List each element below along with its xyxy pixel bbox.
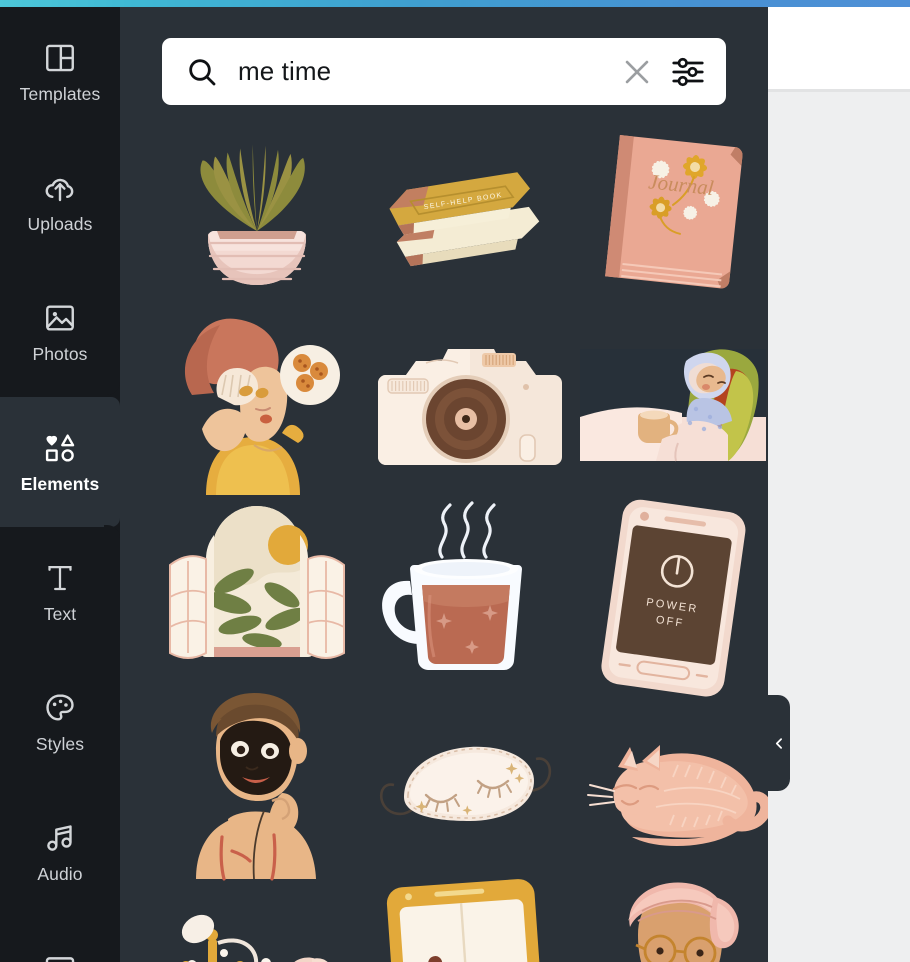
- sidebar-item-videos[interactable]: Videos: [0, 917, 120, 962]
- element-result-stacked-self-help-books[interactable]: SELF-HELP BOOK Stack of books: [370, 119, 560, 309]
- editor-toolbar[interactable]: [768, 7, 910, 91]
- sidebar-rail-scroll[interactable]: Templates Uploads Photos Elements Text Styles…: [0, 7, 120, 962]
- filter-sliders-icon[interactable]: [670, 54, 706, 90]
- element-results-row: Woman applying black clay face mask Crea…: [162, 689, 768, 881]
- search-input[interactable]: [218, 56, 620, 87]
- element-result-woman-with-eye-mask-and-cookies[interactable]: Woman relaxing with face treatment and s…: [162, 309, 352, 499]
- editor-window: Templates Uploads Photos Elements Text Styles…: [0, 0, 910, 962]
- music-note-icon: [43, 821, 77, 855]
- design-canvas-area[interactable]: [768, 92, 910, 962]
- collapse-panel-button[interactable]: [768, 695, 790, 791]
- elements-shapes-icon: [43, 431, 77, 465]
- sidebar-item-photos[interactable]: Photos: [0, 267, 120, 397]
- sidebar-item-styles[interactable]: Styles: [0, 657, 120, 787]
- templates-icon: [43, 41, 77, 75]
- element-results-row: Succulent in a ribbed pink pot SELF-HELP…: [162, 119, 768, 309]
- element-result-phone-power-off[interactable]: POWER OFF Smartphone showing power off s…: [578, 499, 768, 697]
- element-result-woman-resting-in-bed-with-tea[interactable]: Woman lying down holding a mug: [578, 309, 768, 499]
- sidebar-item-elements[interactable]: Elements: [0, 397, 120, 527]
- photos-icon: [43, 301, 77, 335]
- sidebar-item-label: Photos: [32, 343, 88, 364]
- sidebar-item-label: Text: [43, 603, 77, 624]
- element-results-row: Person taking a bubble bath Phone screen…: [162, 879, 768, 962]
- search-icon: [186, 56, 218, 88]
- elements-panel: Succulent in a ribbed pink pot SELF-HELP…: [120, 7, 768, 962]
- clear-search-icon[interactable]: [620, 55, 654, 89]
- sidebar-item-audio[interactable]: Audio: [0, 787, 120, 917]
- element-result-steaming-tea-mug[interactable]: White mug with hot drink and steam: [370, 499, 560, 689]
- sidebar-item-text[interactable]: Text: [0, 527, 120, 657]
- element-result-vintage-film-camera[interactable]: Cream colored camera: [370, 309, 562, 499]
- element-result-woman-in-bathtub-with-bubbles[interactable]: Person taking a bubble bath: [162, 879, 352, 962]
- chevron-left-icon: [773, 737, 786, 750]
- sidebar-item-label: Styles: [35, 733, 85, 754]
- top-accent-bar: [0, 0, 910, 7]
- element-results-row: Open window showing sunrise and leaves W…: [162, 499, 768, 697]
- text-t-icon: [43, 561, 77, 595]
- video-play-icon: [43, 951, 77, 962]
- palette-icon: [43, 691, 77, 725]
- sidebar-item-label: Audio: [37, 863, 83, 884]
- sidebar-item-label: Templates: [19, 83, 101, 104]
- element-result-open-window-with-sun-and-plants[interactable]: Open window showing sunrise and leaves: [162, 499, 352, 689]
- element-result-pink-journal-with-flowers[interactable]: Journal Pink journal notebook: [578, 119, 768, 309]
- sidebar-item-uploads[interactable]: Uploads: [0, 137, 120, 267]
- element-result-phone-video-call[interactable]: Phone screen with two people on a call: [370, 879, 560, 962]
- element-result-woman-with-charcoal-face-mask[interactable]: Woman applying black clay face mask: [162, 689, 352, 881]
- sidebar-item-label: Elements: [20, 473, 100, 494]
- sidebar-item-label: Uploads: [27, 213, 93, 234]
- element-result-sleeping-cat[interactable]: Pink cat curled up asleep: [578, 689, 768, 879]
- sidebar-item-templates[interactable]: Templates: [0, 7, 120, 137]
- element-result-woman-with-hair-towel[interactable]: Woman wearing glasses and a pink hair wr…: [578, 879, 768, 962]
- element-result-sleep-eye-mask[interactable]: Cream sleeping eye mask: [370, 689, 560, 879]
- element-results-row: Woman relaxing with face treatment and s…: [162, 309, 768, 499]
- sidebar-rail: Templates Uploads Photos Elements Text Styles…: [0, 7, 120, 962]
- element-results-grid[interactable]: Succulent in a ribbed pink pot SELF-HELP…: [162, 119, 768, 962]
- element-result-potted-succulent-plant[interactable]: Succulent in a ribbed pink pot: [162, 119, 352, 309]
- search-bar[interactable]: [162, 38, 726, 105]
- upload-cloud-icon: [43, 171, 77, 205]
